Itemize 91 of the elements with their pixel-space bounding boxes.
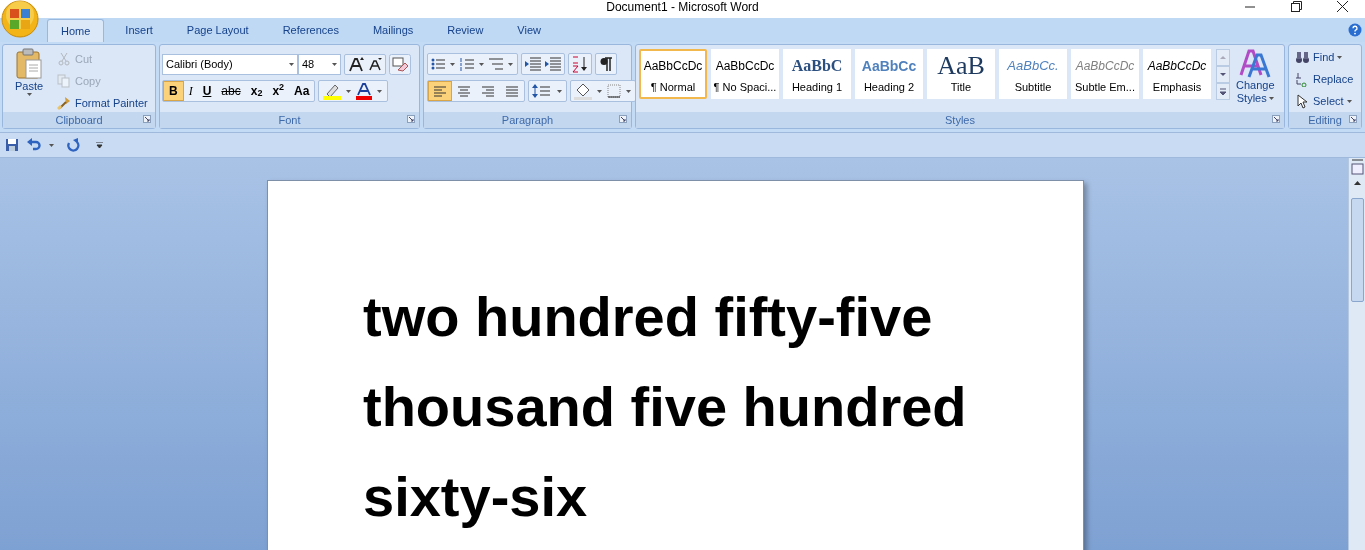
binoculars-icon [1295, 50, 1310, 65]
ribbon-tab[interactable]: Review [434, 19, 497, 42]
align-left-icon [432, 83, 448, 99]
font-name-field[interactable]: Calibri (Body) [162, 53, 298, 75]
style-option[interactable]: AaBbCcDc Emphasis [1143, 49, 1211, 99]
increase-indent-icon[interactable] [544, 56, 562, 72]
italic-button[interactable]: I [183, 81, 198, 101]
more-styles-icon[interactable] [1216, 83, 1230, 100]
change-styles-button[interactable]: Change Styles [1236, 49, 1275, 105]
redo-icon[interactable] [66, 138, 80, 152]
ribbon-tab[interactable]: View [504, 19, 554, 42]
cursor-icon [1295, 94, 1310, 109]
group-label: Paragraph [424, 112, 631, 128]
ribbon-tab[interactable]: References [269, 19, 352, 42]
align-justify-icon [504, 83, 520, 99]
dialog-launcher-icon[interactable] [143, 115, 151, 123]
replace-button[interactable]: Replace [1295, 70, 1361, 89]
style-option[interactable]: AaBbCc. Subtitle [999, 49, 1067, 99]
caret-icon [450, 62, 455, 66]
group-label: Editing [1289, 112, 1361, 128]
painter-button[interactable]: Format Painter [57, 94, 148, 112]
scroll-down-icon[interactable] [1216, 66, 1230, 83]
replace-icon [1295, 72, 1310, 87]
style-option[interactable]: AaBbCcDc Subtle Em... [1071, 49, 1139, 99]
help-icon[interactable] [1348, 23, 1362, 37]
underline-button[interactable]: U [197, 81, 217, 101]
dialog-launcher-icon[interactable] [407, 115, 415, 123]
select-button[interactable]: Select [1295, 92, 1361, 111]
caret-icon [377, 89, 383, 93]
scissors-icon [57, 52, 71, 66]
grow-font-icon[interactable] [348, 56, 364, 72]
numbering-icon[interactable] [459, 56, 475, 72]
format-button[interactable]: x$^{2}$ [267, 81, 290, 101]
font-size-field[interactable]: 48 [298, 53, 341, 75]
align-center-icon [456, 83, 472, 99]
style-option[interactable]: AaBbC Heading 1 [783, 49, 851, 99]
ribbon-tab[interactable]: Page Layout [173, 19, 262, 42]
caret-icon [597, 89, 602, 93]
align-right-icon [480, 83, 496, 99]
shrink-font-icon[interactable] [368, 57, 382, 71]
bold-button[interactable]: B [163, 81, 184, 101]
caret-icon [289, 62, 294, 66]
style-option[interactable]: AaBbCc Heading 2 [855, 49, 923, 99]
style-option[interactable]: AaBbCcDc ¶ Normal [639, 49, 707, 99]
style-option[interactable]: AaBbCcDc ¶ No Spaci... [711, 49, 779, 99]
caret-icon [332, 62, 337, 66]
undo-icon[interactable] [27, 138, 41, 152]
highlighter-icon[interactable] [322, 82, 343, 100]
group-label: Clipboard [3, 112, 155, 128]
font-color-icon[interactable] [355, 82, 374, 100]
dialog-launcher-icon[interactable] [619, 115, 627, 123]
ribbon-tab[interactable]: Home [47, 19, 105, 42]
caret-icon [557, 89, 562, 93]
copy-icon [57, 74, 71, 88]
vertical-scrollbar[interactable] [1348, 158, 1365, 550]
borders-icon[interactable] [606, 83, 622, 99]
caret-icon [26, 93, 32, 96]
line-spacing-icon[interactable] [531, 83, 553, 99]
paste-button[interactable]: Paste [7, 48, 51, 110]
caret-icon [1337, 56, 1343, 59]
clear-formatting-icon[interactable] [389, 53, 411, 75]
customize-icon[interactable] [96, 142, 103, 148]
decrease-indent-icon[interactable] [524, 56, 542, 72]
ruler-toggle-icon[interactable] [1350, 158, 1364, 176]
dialog-launcher-icon[interactable] [1349, 115, 1357, 123]
group-label: Font [160, 112, 419, 128]
style-option[interactable]: AaB Title [927, 49, 995, 99]
caret-icon [508, 62, 513, 66]
caret-icon [626, 89, 631, 93]
clipboard-icon [15, 48, 43, 80]
format-button[interactable]: Aa [289, 81, 315, 101]
format-button[interactable]: x$_{2}$ [245, 81, 268, 101]
multilevel-list-icon[interactable] [488, 56, 504, 72]
brush-icon [57, 96, 71, 110]
shading-icon[interactable] [573, 82, 593, 100]
dialog-launcher-icon[interactable] [1272, 115, 1280, 123]
ribbon-tab[interactable]: Insert [112, 19, 166, 42]
caret-icon [1268, 97, 1274, 100]
bullets-icon[interactable] [430, 56, 446, 72]
window-title: Document1 - Microsoft Word [605, 0, 760, 14]
ribbon-tab[interactable]: Mailings [359, 19, 427, 42]
strike-button[interactable]: abc [216, 81, 246, 101]
caret-icon [346, 89, 352, 93]
caret-icon [479, 62, 484, 66]
scrollbar-thumb[interactable] [1350, 198, 1364, 302]
caret-icon [49, 143, 54, 147]
group-label: Styles [636, 112, 1284, 128]
caret-icon [1346, 100, 1352, 103]
save-icon[interactable] [5, 138, 19, 152]
align-left-button[interactable] [428, 81, 452, 101]
find-button[interactable]: Find [1295, 48, 1361, 67]
